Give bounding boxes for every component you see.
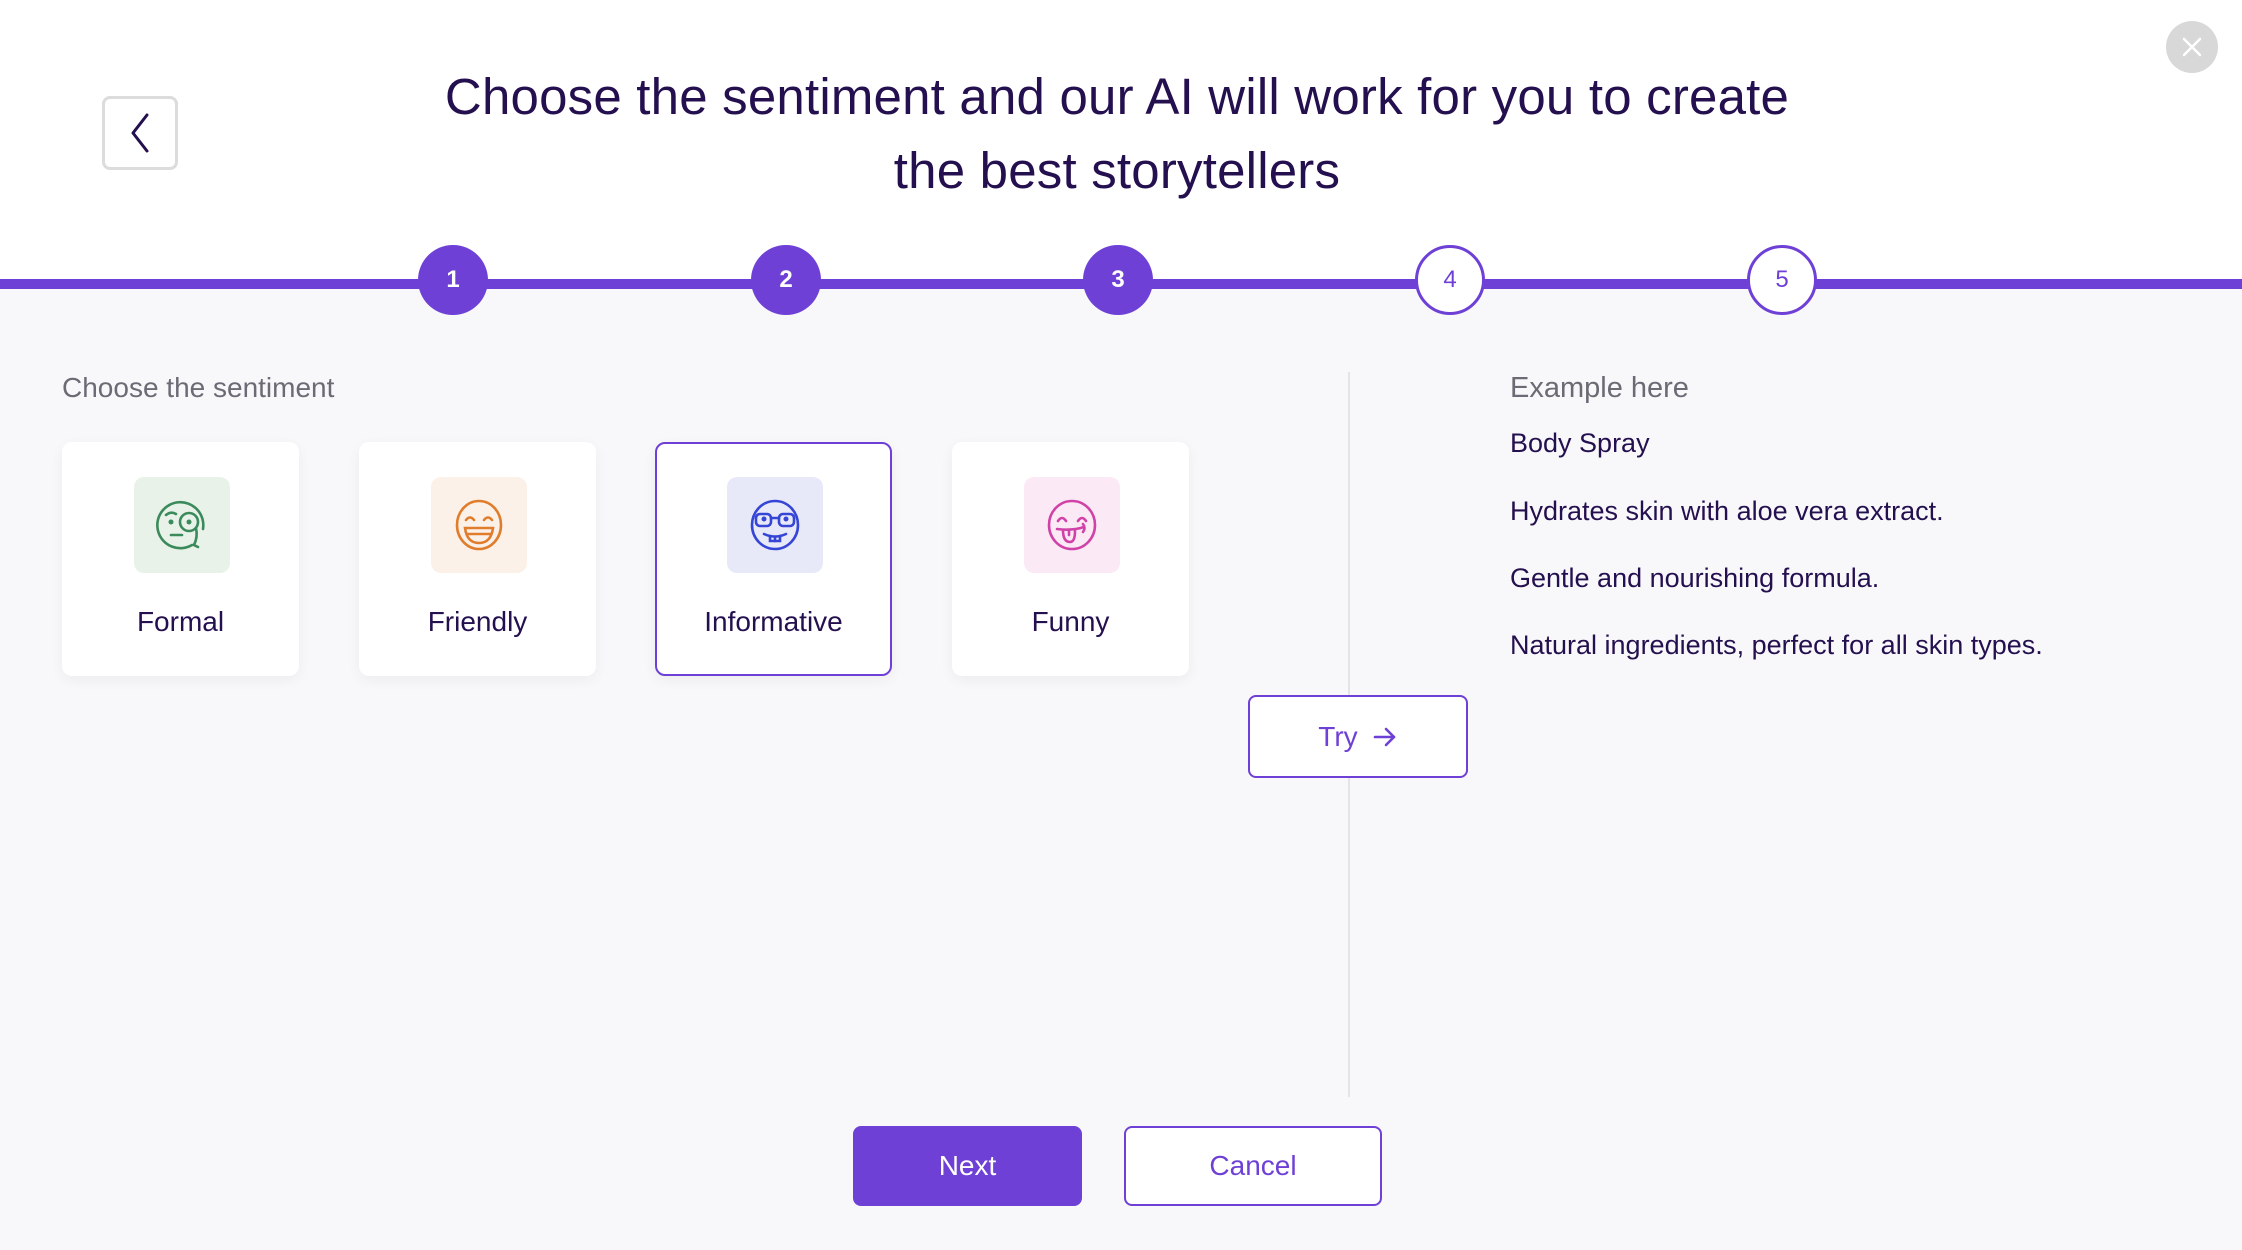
example-title: Body Spray [1510, 428, 1650, 458]
step-label: 3 [1111, 266, 1125, 293]
step-label: 1 [446, 266, 460, 293]
icon-tile [134, 477, 230, 573]
tongue-face-icon [1047, 499, 1097, 551]
page-title-line-1: Choose the sentiment and our AI will wor… [444, 68, 1790, 125]
sentiment-label: Formal [136, 606, 225, 637]
sentiment-card-informative[interactable]: Informative [655, 442, 892, 676]
icon-tile [431, 477, 527, 573]
step-label: 2 [779, 266, 793, 293]
sentiment-card-funny[interactable]: Funny [952, 442, 1189, 676]
step-4[interactable]: 4 [1415, 245, 1485, 315]
close-button[interactable] [2166, 21, 2218, 73]
sentiment-card-friendly[interactable]: Friendly [359, 442, 596, 676]
header: Choose the sentiment and our AI will wor… [0, 0, 2242, 283]
example-line: Gentle and nourishing formula. [1510, 563, 1880, 593]
close-icon [2182, 37, 2202, 57]
chevron-left-icon [131, 113, 149, 153]
nerd-face-icon [750, 499, 800, 551]
grinning-face-icon [455, 499, 503, 551]
step-label: 4 [1443, 266, 1457, 293]
monocle-face-icon [156, 500, 205, 550]
try-button[interactable]: Try [1248, 695, 1468, 778]
step-1[interactable]: 1 [418, 245, 488, 315]
try-label: Try [1318, 720, 1358, 752]
icon-tile [1024, 477, 1120, 573]
sentiment-card-formal[interactable]: Formal [62, 442, 299, 676]
example-line: Natural ingredients, perfect for all ski… [1510, 630, 2043, 660]
step-5[interactable]: 5 [1747, 245, 1817, 315]
step-2[interactable]: 2 [751, 245, 821, 315]
arrow-right-icon [1373, 727, 1395, 746]
step-label: 5 [1775, 266, 1789, 293]
example-label: Example here [1510, 372, 1689, 404]
icon-tile [727, 477, 823, 573]
page-title-line-2: the best storytellers [893, 142, 1341, 199]
example-line: Hydrates skin with aloe vera extract. [1510, 496, 1944, 526]
sentiment-label: Funny [1031, 606, 1110, 637]
step-3[interactable]: 3 [1083, 245, 1153, 315]
sentiment-label: Friendly [427, 606, 528, 637]
sentiment-label: Informative [704, 606, 843, 637]
back-button[interactable] [102, 96, 178, 170]
cancel-button[interactable]: Cancel [1124, 1126, 1382, 1206]
page-title: Choose the sentiment and our AI will wor… [300, 60, 1934, 208]
sentiment-section-label: Choose the sentiment [62, 372, 335, 403]
next-button[interactable]: Next [853, 1126, 1082, 1206]
